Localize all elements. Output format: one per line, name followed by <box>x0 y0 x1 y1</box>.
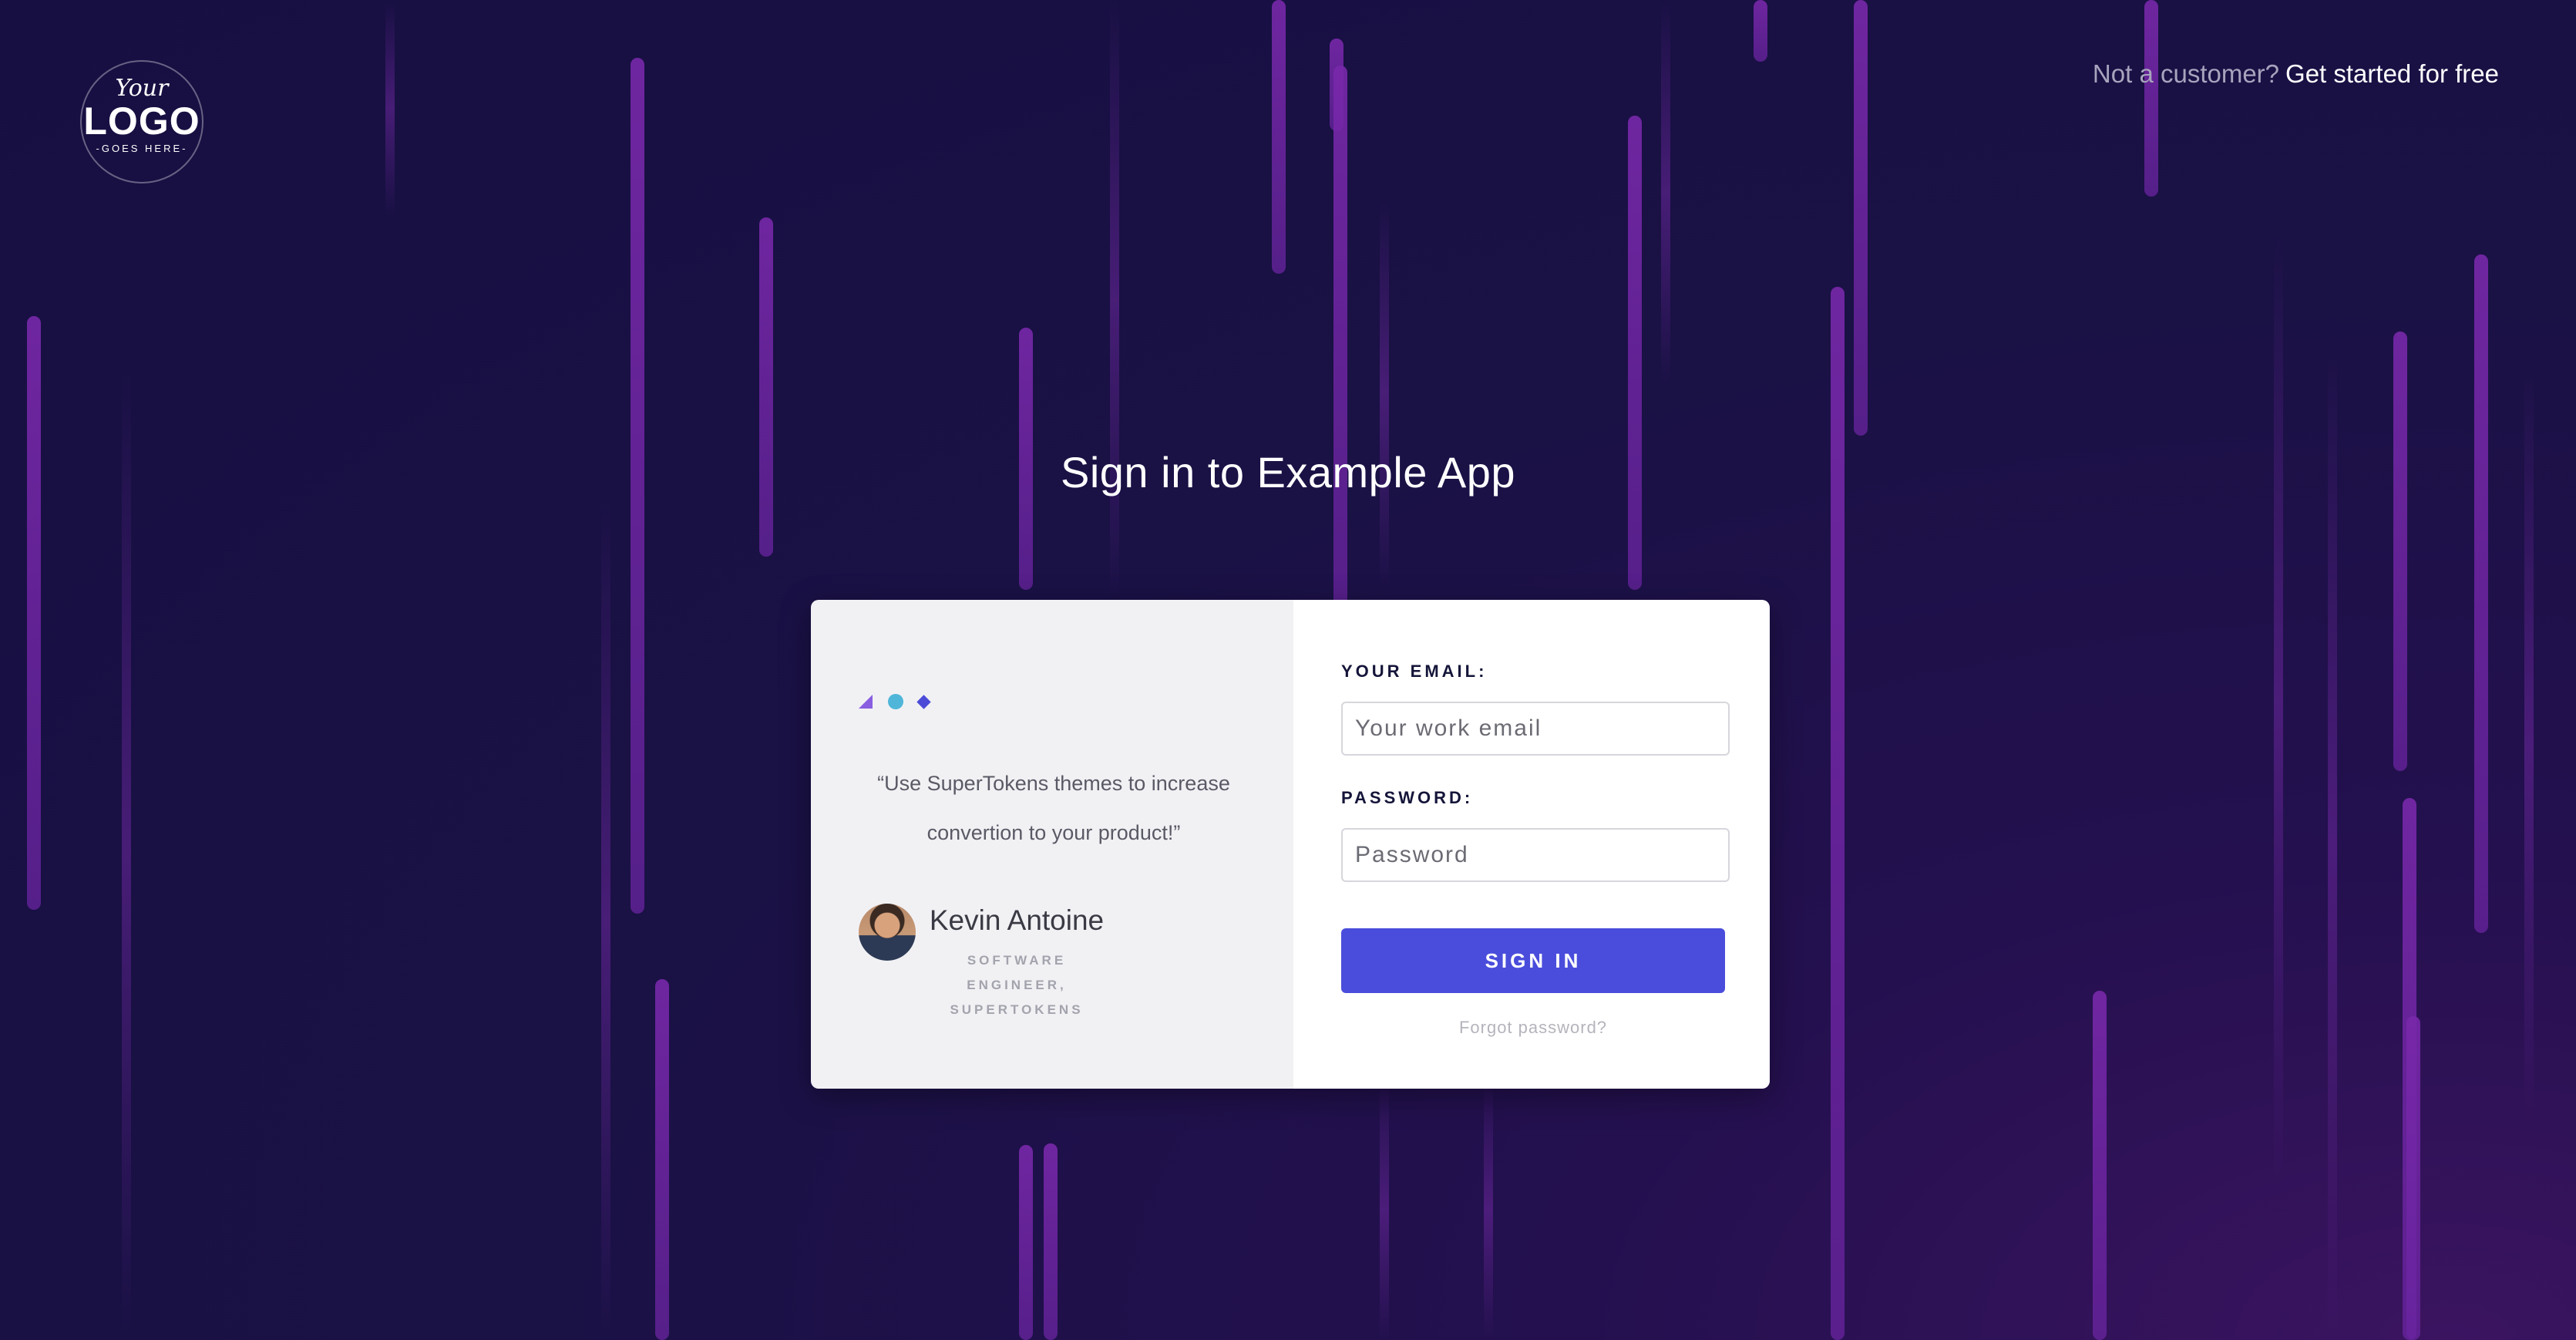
light-streak <box>2144 0 2158 197</box>
light-streak <box>1380 1079 1389 1340</box>
testimonial-panel: “Use SuperTokens themes to increase conv… <box>811 600 1293 1089</box>
light-streak <box>1661 0 1670 386</box>
password-label: PASSWORD: <box>1341 788 1474 807</box>
circle-icon <box>888 694 903 709</box>
light-streak <box>759 217 773 557</box>
brand-logo[interactable]: Your LOGO -GOES HERE- <box>80 60 203 183</box>
signin-form: YOUR EMAIL: PASSWORD: SIGN IN Forgot pas… <box>1293 600 1770 1089</box>
light-streak <box>1019 1145 1033 1340</box>
light-streak <box>1484 1079 1493 1340</box>
light-streak <box>1831 287 1845 1340</box>
light-streak <box>122 370 131 1334</box>
light-streak <box>27 316 41 910</box>
not-a-customer-text: Not a customer? <box>2092 59 2280 88</box>
light-streak <box>1380 200 1389 586</box>
quote-line-1: “Use SuperTokens themes to increase <box>877 772 1230 795</box>
light-streak <box>1854 0 1868 436</box>
light-streak <box>1044 1143 1058 1340</box>
light-streak <box>655 979 669 1340</box>
logo-line-your: Your <box>115 75 169 102</box>
light-streak <box>1110 0 1119 601</box>
light-streak <box>1333 66 1347 605</box>
author-role-line-2: SUPERTOKENS <box>950 1002 1084 1017</box>
author-name: Kevin Antoine <box>929 904 1105 936</box>
page-title: Sign in to Example App <box>1060 448 1516 497</box>
logo-line-goes-here: -GOES HERE- <box>96 143 188 154</box>
password-field[interactable] <box>1341 828 1730 882</box>
light-streak <box>1628 116 1642 590</box>
author-role: SOFTWARE ENGINEER, SUPERTOKENS <box>920 948 1113 1022</box>
signin-card: “Use SuperTokens themes to increase conv… <box>811 600 1770 1089</box>
decorative-shapes <box>859 692 931 711</box>
get-started-link[interactable]: Get started for free <box>2285 59 2499 88</box>
light-streak <box>2274 231 2283 1187</box>
light-streak <box>2474 254 2488 933</box>
light-streak <box>2393 332 2407 771</box>
diamond-icon <box>916 694 931 709</box>
light-streak <box>601 501 610 1340</box>
logo-line-logo: LOGO <box>83 99 200 143</box>
testimonial-quote: “Use SuperTokens themes to increase conv… <box>857 759 1250 857</box>
email-label: YOUR EMAIL: <box>1341 662 1488 681</box>
signup-prompt: Not a customer? Get started for free <box>2093 59 2499 89</box>
triangle-icon <box>859 695 873 709</box>
light-streak <box>2093 991 2107 1340</box>
email-field[interactable] <box>1341 702 1730 756</box>
quote-line-2: convertion to your product!” <box>926 821 1181 844</box>
sign-in-button[interactable]: SIGN IN <box>1341 928 1725 993</box>
avatar <box>859 904 916 961</box>
forgot-password-link[interactable]: Forgot password? <box>1341 1018 1725 1038</box>
light-streak <box>1272 0 1286 274</box>
light-streak <box>385 0 395 216</box>
light-streak <box>2406 1016 2420 1340</box>
light-streak <box>1754 0 1767 62</box>
author-role-line-1: SOFTWARE ENGINEER, <box>967 953 1067 992</box>
